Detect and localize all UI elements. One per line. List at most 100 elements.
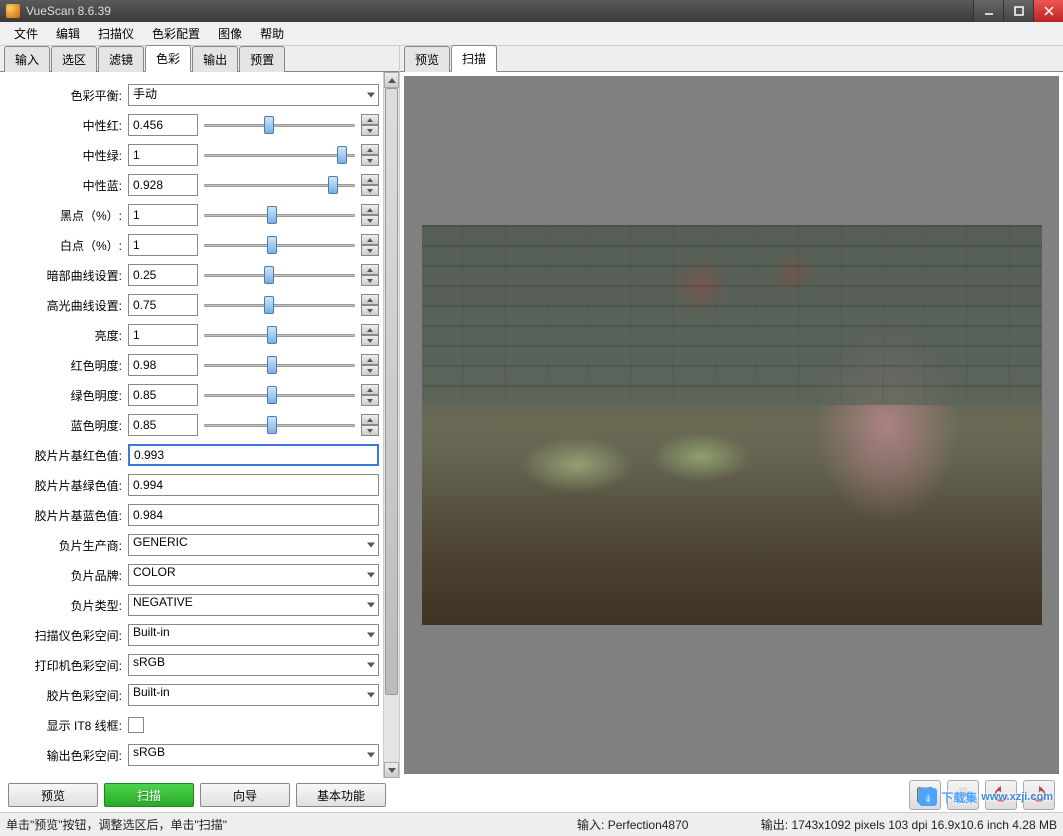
slider-neutral-blue[interactable]	[204, 174, 355, 196]
minimize-button[interactable]	[973, 0, 1003, 22]
select-neg-type[interactable]: NEGATIVE	[128, 594, 379, 616]
slider-neutral-red[interactable]	[204, 114, 355, 136]
spin-down[interactable]	[361, 125, 379, 136]
tab-crop[interactable]: 选区	[51, 46, 97, 72]
input-film-base-green[interactable]	[128, 474, 379, 496]
input-neutral-green[interactable]	[128, 144, 198, 166]
menu-edit[interactable]: 编辑	[48, 23, 88, 44]
label-color-balance: 色彩平衡:	[8, 87, 128, 104]
slider-white-point[interactable]	[204, 234, 355, 256]
tab-preview[interactable]: 预览	[404, 46, 450, 72]
tab-scan[interactable]: 扫描	[451, 45, 497, 72]
row-high-curve: 高光曲线设置:	[8, 290, 379, 320]
menu-file[interactable]: 文件	[6, 23, 46, 44]
input-red-brightness[interactable]	[128, 354, 198, 376]
input-film-base-blue[interactable]	[128, 504, 379, 526]
tab-filter[interactable]: 滤镜	[98, 46, 144, 72]
scan-button[interactable]: 扫描	[104, 783, 194, 807]
input-film-base-red[interactable]	[128, 444, 379, 466]
right-pane: 预览 扫描	[400, 46, 1063, 778]
slider-high-curve[interactable]	[204, 294, 355, 316]
input-neutral-blue[interactable]	[128, 174, 198, 196]
row-scanner-space: 扫描仪色彩空间: Built-in	[8, 620, 379, 650]
left-tabs: 输入 选区 滤镜 色彩 输出 预置	[0, 46, 399, 72]
preview-button[interactable]: 预览	[8, 783, 98, 807]
input-dark-curve[interactable]	[128, 264, 198, 286]
row-green-brightness: 绿色明度:	[8, 380, 379, 410]
row-black-point: 黑点（%）:	[8, 200, 379, 230]
select-neg-brand[interactable]: COLOR	[128, 564, 379, 586]
close-button[interactable]	[1033, 0, 1063, 22]
select-scanner-space[interactable]: Built-in	[128, 624, 379, 646]
slider-red-brightness[interactable]	[204, 354, 355, 376]
window-title: VueScan 8.6.39	[26, 4, 111, 18]
row-neutral-red: 中性红:	[8, 110, 379, 140]
tab-color[interactable]: 色彩	[145, 45, 191, 72]
guide-button[interactable]: 向导	[200, 783, 290, 807]
slider-blue-brightness[interactable]	[204, 414, 355, 436]
input-high-curve[interactable]	[128, 294, 198, 316]
print-icon[interactable]	[947, 780, 979, 810]
spin-up[interactable]	[361, 114, 379, 125]
input-blue-brightness[interactable]	[128, 414, 198, 436]
select-printer-space[interactable]: sRGB	[128, 654, 379, 676]
app-icon	[6, 4, 20, 18]
input-black-point[interactable]	[128, 204, 198, 226]
basic-button[interactable]: 基本功能	[296, 783, 386, 807]
slider-neutral-green[interactable]	[204, 144, 355, 166]
tab-output[interactable]: 输出	[192, 46, 238, 72]
tab-preset[interactable]: 预置	[239, 46, 285, 72]
row-neg-vendor: 负片生产商: GENERIC	[8, 530, 379, 560]
status-input: 输入: Perfection4870	[577, 816, 688, 833]
preview-viewport[interactable]	[404, 76, 1059, 774]
select-neg-vendor[interactable]: GENERIC	[128, 534, 379, 556]
row-white-point: 白点（%）:	[8, 230, 379, 260]
status-hint: 单击"预览"按钮，调整选区后，单击"扫描"	[6, 816, 227, 833]
row-neutral-blue: 中性蓝:	[8, 170, 379, 200]
slider-black-point[interactable]	[204, 204, 355, 226]
input-white-point[interactable]	[128, 234, 198, 256]
select-film-space[interactable]: Built-in	[128, 684, 379, 706]
slider-brightness[interactable]	[204, 324, 355, 346]
row-neutral-green: 中性绿:	[8, 140, 379, 170]
row-show-it8: 显示 IT8 线框:	[8, 710, 379, 740]
input-brightness[interactable]	[128, 324, 198, 346]
row-printer-space: 打印机色彩空间: sRGB	[8, 650, 379, 680]
window-titlebar: VueScan 8.6.39	[0, 0, 1063, 22]
status-bar: 单击"预览"按钮，调整选区后，单击"扫描" 输入: Perfection4870…	[0, 812, 1063, 836]
save-icon[interactable]	[909, 780, 941, 810]
row-neg-type: 负片类型: NEGATIVE	[8, 590, 379, 620]
menu-scanner[interactable]: 扫描仪	[90, 23, 142, 44]
row-blue-brightness: 蓝色明度:	[8, 410, 379, 440]
select-color-balance[interactable]: 手动	[128, 84, 379, 106]
status-output: 输出: 1743x1092 pixels 103 dpi 16.9x10.6 i…	[761, 816, 1057, 833]
input-neutral-red[interactable]	[128, 114, 198, 136]
row-red-brightness: 红色明度:	[8, 350, 379, 380]
slider-green-brightness[interactable]	[204, 384, 355, 406]
menubar: 文件 编辑 扫描仪 色彩配置 图像 帮助	[0, 22, 1063, 46]
row-output-space: 输出色彩空间: sRGB	[8, 740, 379, 770]
row-neg-brand: 负片品牌: COLOR	[8, 560, 379, 590]
scroll-thumb[interactable]	[385, 88, 398, 695]
settings-scrollbar[interactable]	[383, 72, 399, 778]
menu-help[interactable]: 帮助	[252, 23, 292, 44]
rotate-right-icon[interactable]	[1023, 780, 1055, 810]
row-film-base-red: 胶片片基红色值:	[8, 440, 379, 470]
input-green-brightness[interactable]	[128, 384, 198, 406]
scroll-down-icon[interactable]	[384, 762, 399, 778]
tab-input[interactable]: 输入	[4, 46, 50, 72]
menu-image[interactable]: 图像	[210, 23, 250, 44]
maximize-button[interactable]	[1003, 0, 1033, 22]
row-film-space: 胶片色彩空间: Built-in	[8, 680, 379, 710]
row-film-base-green: 胶片片基绿色值:	[8, 470, 379, 500]
main-content: 输入 选区 滤镜 色彩 输出 预置 色彩平衡: 手动 中性红:	[0, 46, 1063, 778]
menu-color-profile[interactable]: 色彩配置	[144, 23, 208, 44]
checkbox-show-it8[interactable]	[128, 717, 144, 733]
slider-dark-curve[interactable]	[204, 264, 355, 286]
action-bar: 预览 扫描 向导 基本功能	[0, 778, 1063, 812]
left-pane: 输入 选区 滤镜 色彩 输出 预置 色彩平衡: 手动 中性红:	[0, 46, 400, 778]
row-brightness: 亮度:	[8, 320, 379, 350]
select-output-space[interactable]: sRGB	[128, 744, 379, 766]
scroll-up-icon[interactable]	[384, 72, 399, 88]
rotate-left-icon[interactable]	[985, 780, 1017, 810]
